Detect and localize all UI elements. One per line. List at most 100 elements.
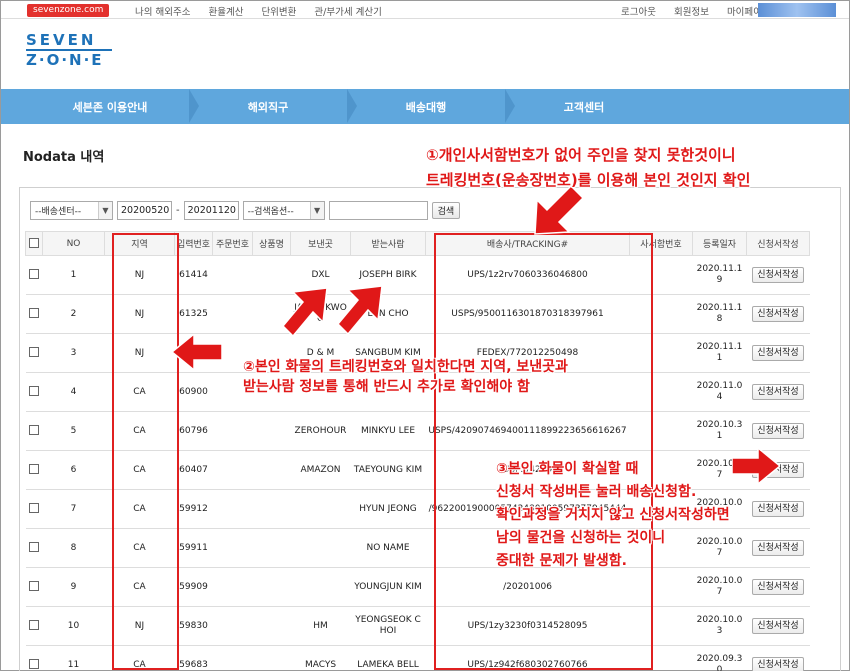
nav-shipping[interactable]: 배송대행: [347, 89, 515, 124]
select-all-checkbox[interactable]: [29, 238, 39, 249]
nav-direct-buy[interactable]: 해외직구: [189, 89, 357, 124]
arrow-up-right-icon: [283, 287, 328, 338]
site-badge[interactable]: sevenzone.com: [27, 4, 110, 17]
write-application-button[interactable]: 신청서작성: [752, 423, 804, 439]
row-checkbox[interactable]: [29, 581, 39, 592]
arrow-right-icon: [732, 448, 780, 484]
site-logo[interactable]: SEVEN Z·O·N·E: [26, 32, 126, 68]
row-product: [252, 411, 291, 451]
row-checkbox[interactable]: [29, 659, 39, 670]
row-date: 2020.09.30: [692, 645, 747, 671]
row-select-cell: [25, 645, 43, 671]
row-no: 9: [42, 567, 105, 607]
chevron-down-icon: ▼: [98, 202, 112, 219]
row-input-no: 60407: [174, 450, 213, 490]
row-order-no: [212, 255, 253, 295]
row-input-no: 60900: [174, 372, 213, 412]
col-order-no[interactable]: 주문번호: [212, 231, 253, 256]
row-recipient: TAEYOUNG KIM: [350, 450, 426, 490]
search-button[interactable]: 검색: [431, 202, 461, 219]
row-input-no: 59909: [174, 567, 213, 607]
row-sender: [290, 528, 351, 568]
col-no[interactable]: NO: [42, 231, 105, 256]
date-to-input[interactable]: 20201120: [183, 201, 239, 220]
row-input-no: 60796: [174, 411, 213, 451]
row-date: 2020.11.19: [692, 255, 747, 295]
row-order-no: [212, 606, 253, 646]
row-product: [252, 567, 291, 607]
write-application-button[interactable]: 신청서작성: [752, 501, 804, 517]
row-action-cell: 신청서작성: [746, 255, 810, 295]
row-date: 2020.11.18: [692, 294, 747, 334]
row-no: 8: [42, 528, 105, 568]
row-action-cell: 신청서작성: [746, 294, 810, 334]
row-checkbox[interactable]: [29, 269, 39, 280]
row-sender: ZEROHOUR: [290, 411, 351, 451]
write-application-button[interactable]: 신청서작성: [752, 657, 804, 671]
write-application-button[interactable]: 신청서작성: [752, 306, 804, 322]
top-link-address[interactable]: 나의 해외주소: [135, 4, 190, 18]
search-option-select[interactable]: --검색옵션-- ▼: [242, 201, 325, 220]
user-links: 로그아웃 회원정보 마이페이지: [621, 4, 771, 18]
write-application-button[interactable]: 신청서작성: [752, 384, 804, 400]
row-recipient: YOUNGJUN KIM: [350, 567, 426, 607]
row-order-no: [212, 450, 253, 490]
logout-link[interactable]: 로그아웃: [621, 4, 656, 18]
search-input[interactable]: [328, 201, 428, 220]
row-no: 5: [42, 411, 105, 451]
col-product[interactable]: 상품명: [252, 231, 291, 256]
top-link-exchange[interactable]: 환율계산: [208, 4, 243, 18]
center-select-value: --배송센터--: [35, 207, 82, 217]
row-product: [252, 450, 291, 490]
row-date: 2020.11.04: [692, 372, 747, 412]
row-input-no: 59911: [174, 528, 213, 568]
date-from-input[interactable]: 20200520: [117, 201, 172, 220]
nav-support[interactable]: 고객센터: [505, 89, 663, 124]
row-checkbox[interactable]: [29, 503, 39, 514]
row-product: [252, 528, 291, 568]
arrow-down-left-icon: [534, 186, 583, 235]
col-sender[interactable]: 보낸곳: [290, 231, 351, 256]
write-application-button[interactable]: 신청서작성: [752, 267, 804, 283]
nav-direct-buy-label: 해외직구: [247, 100, 289, 114]
row-recipient: YEONGSEOK CHOI: [350, 606, 426, 646]
write-application-button[interactable]: 신청서작성: [752, 345, 804, 361]
row-sender: HM: [290, 606, 351, 646]
row-sender: [290, 567, 351, 607]
col-date[interactable]: 등록일자: [692, 231, 747, 256]
row-action-cell: 신청서작성: [746, 489, 810, 529]
row-checkbox[interactable]: [29, 464, 39, 475]
top-link-unit[interactable]: 단위변환: [261, 4, 296, 18]
write-application-button[interactable]: 신청서작성: [752, 618, 804, 634]
col-input-no[interactable]: 입력번호: [174, 231, 213, 256]
row-date: 2020.11.11: [692, 333, 747, 373]
nav-support-label: 고객센터: [563, 100, 605, 114]
top-link-tax[interactable]: 관/부가세 계산기: [314, 4, 381, 18]
tracking-column-highlight: [434, 233, 653, 670]
row-checkbox[interactable]: [29, 308, 39, 319]
annotation-step3-line3: 확인과정을 거치지 않고 신청서작성하면: [496, 507, 730, 523]
row-order-no: [212, 294, 253, 334]
arrow-left-icon: [172, 334, 222, 370]
annotation-step3-line1: ③본인 화물이 확실할 때: [496, 461, 639, 477]
row-checkbox[interactable]: [29, 347, 39, 358]
write-application-button[interactable]: 신청서작성: [752, 540, 804, 556]
row-select-cell: [25, 255, 43, 295]
row-checkbox[interactable]: [29, 425, 39, 436]
page-title: Nodata 내역: [23, 150, 105, 165]
filter-bar: --배송센터-- ▼ 20200520 - 20201120 --검색옵션-- …: [30, 201, 461, 220]
write-application-button[interactable]: 신청서작성: [752, 579, 804, 595]
center-select[interactable]: --배송센터-- ▼: [30, 201, 113, 220]
nav-guide[interactable]: 세븐존 이용안내: [31, 89, 199, 124]
row-input-no: 59912: [174, 489, 213, 529]
row-checkbox[interactable]: [29, 386, 39, 397]
col-recipient[interactable]: 받는사람: [350, 231, 426, 256]
annotation-step2: ②본인 화물의 트레킹번호와 일치한다면 지역, 보낸곳과 받는사람 정보를 통…: [243, 357, 568, 397]
row-checkbox[interactable]: [29, 620, 39, 631]
row-sender: [290, 489, 351, 529]
annotation-step3-line2: 신청서 작성버튼 눌러 배송신청함.: [496, 484, 697, 500]
col-action: 신청서작성: [746, 231, 810, 256]
member-info-link[interactable]: 회원정보: [674, 4, 709, 18]
annotation-step3-line4: 남의 물건을 신청하는 것이니: [496, 530, 666, 546]
row-checkbox[interactable]: [29, 542, 39, 553]
